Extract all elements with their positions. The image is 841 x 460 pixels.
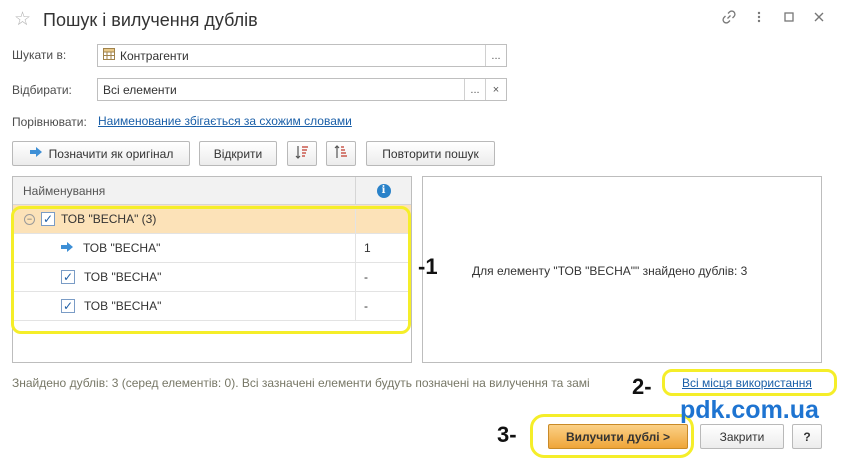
- column-name-header[interactable]: Найменування: [13, 184, 355, 198]
- sort-descending-icon: [333, 144, 349, 163]
- close-button[interactable]: Закрити: [700, 424, 784, 449]
- filter-label: Відбирати:: [12, 83, 72, 97]
- sort-ascending-button[interactable]: [287, 141, 317, 166]
- mark-original-button[interactable]: Позначити як оригінал: [12, 141, 190, 166]
- repeat-search-label: Повторити пошук: [382, 146, 479, 161]
- maximize-icon[interactable]: [781, 10, 797, 28]
- column-usage-header[interactable]: i: [355, 177, 411, 204]
- highlight-table: [11, 206, 411, 334]
- annotation-1: -1: [418, 254, 438, 279]
- highlight-usage-link: [662, 369, 837, 396]
- link-icon[interactable]: [721, 10, 737, 28]
- table-icon: [103, 48, 115, 63]
- open-label: Відкрити: [213, 146, 263, 161]
- duplicates-found-message: Для елементу "ТОВ "ВЕСНА"" знайдено дубл…: [472, 264, 748, 278]
- status-text: Знайдено дублів: 3 (серед елементів: 0).…: [12, 376, 590, 390]
- search-in-select-button[interactable]: ...: [485, 45, 506, 66]
- filter-field[interactable]: Всі елементи ... ×: [97, 78, 507, 101]
- arrow-right-icon: [29, 146, 43, 161]
- annotation-3: 3-: [497, 422, 517, 447]
- sort-descending-button[interactable]: [326, 141, 356, 166]
- favorite-star-icon[interactable]: ☆: [14, 9, 31, 31]
- close-icon[interactable]: [811, 10, 827, 28]
- sort-ascending-icon: [294, 144, 310, 163]
- search-in-field[interactable]: Контрагенти ...: [97, 44, 507, 67]
- compare-rule-link[interactable]: Наименование збігається за схожим словам…: [98, 114, 352, 128]
- filter-value: Всі елементи: [103, 82, 177, 97]
- window-controls: [721, 10, 827, 28]
- search-in-value: Контрагенти: [120, 48, 189, 63]
- filter-select-button[interactable]: ...: [464, 79, 485, 100]
- annotation-2: 2-: [632, 374, 652, 399]
- highlight-remove-button: [530, 414, 694, 458]
- mark-original-label: Позначити як оригінал: [48, 146, 174, 161]
- window-title: Пошук і вилучення дублів: [43, 10, 258, 30]
- more-icon[interactable]: [751, 10, 767, 28]
- filter-clear-button[interactable]: ×: [485, 79, 506, 100]
- open-button[interactable]: Відкрити: [199, 141, 277, 166]
- table-header: Найменування i: [13, 177, 411, 205]
- compare-label: Порівнювати:: [12, 115, 87, 129]
- help-button[interactable]: ?: [792, 424, 822, 449]
- repeat-search-button[interactable]: Повторити пошук: [366, 141, 495, 166]
- search-in-label: Шукати в:: [12, 48, 67, 62]
- watermark: pdk.com.ua: [680, 396, 819, 424]
- info-icon: i: [376, 183, 391, 198]
